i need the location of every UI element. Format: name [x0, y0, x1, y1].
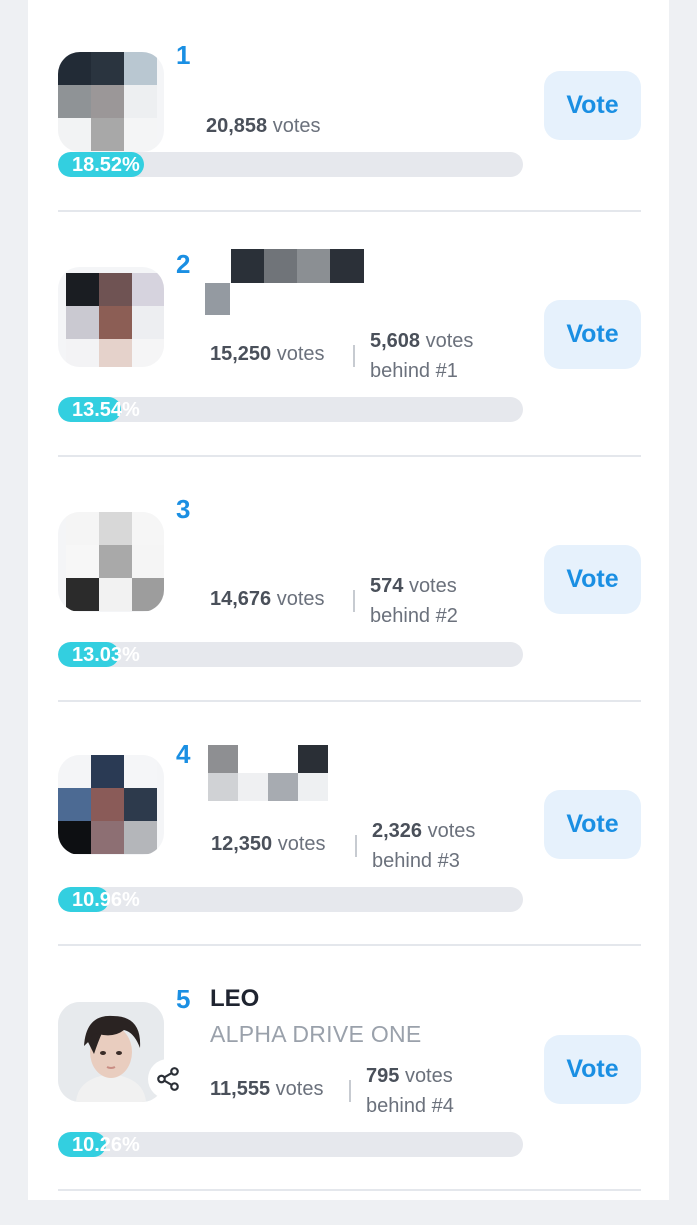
rank-number: 1 [176, 40, 191, 70]
vote-count-number: 12,350 [211, 833, 273, 855]
vote-button[interactable]: Vote [544, 790, 641, 859]
candidate-name: LEO [210, 985, 260, 1012]
vote-share-bar: 10.26% [58, 1132, 523, 1157]
vote-share-bar: 13.03% [58, 642, 523, 667]
avatar-pixelated[interactable] [58, 52, 164, 152]
vote-count-unit: votes [277, 833, 326, 855]
votes-behind-number: 5,608 [370, 330, 421, 352]
votes-behind-unit: votes [408, 575, 457, 597]
votes-behind-number: 2,326 [372, 820, 423, 842]
avatar-pixelated[interactable] [58, 755, 164, 855]
vote-count: 12,350 votes [211, 833, 326, 856]
vote-count-unit: votes [275, 1078, 324, 1100]
separator [353, 345, 355, 367]
avatar[interactable] [58, 1002, 164, 1102]
rank-number: 2 [176, 249, 191, 279]
vote-share-percent: 10.96% [72, 889, 140, 911]
ranking-list: 1 20,858 votes Vote 18.52% 2 15,250 vote… [28, 0, 669, 1200]
separator [355, 835, 357, 857]
vote-share-bar: 13.54% [58, 397, 523, 422]
votes-behind-unit: votes [427, 820, 476, 842]
name-pixelated [208, 745, 330, 801]
rank-number: 3 [176, 494, 191, 524]
vote-button[interactable]: Vote [544, 300, 641, 369]
vote-count-number: 11,555 [210, 1078, 271, 1100]
separator [353, 590, 355, 612]
avatar-photo [58, 1002, 164, 1102]
votes-behind: 574 votes behind #2 [370, 571, 510, 631]
divider [58, 700, 641, 702]
vote-share-percent: 13.03% [72, 644, 140, 666]
divider [58, 944, 641, 946]
rank-number: 5 [176, 984, 191, 1014]
avatar-pixelated[interactable] [58, 512, 164, 612]
vote-count-unit: votes [272, 115, 321, 137]
vote-count: 11,555 votes [210, 1078, 323, 1101]
list-item: 4 12,350 votes 2,326 votes behind #3 Vot… [28, 735, 669, 980]
avatar-pixelated[interactable] [58, 267, 164, 367]
vote-share-percent: 18.52% [72, 154, 140, 176]
votes-behind-label: behind #2 [370, 605, 458, 627]
separator [349, 1080, 351, 1102]
vote-share-percent: 10.26% [72, 1134, 140, 1156]
rank-number: 4 [176, 739, 191, 769]
vote-share-bar: 10.96% [58, 887, 523, 912]
vote-share-percent: 13.54% [72, 399, 140, 421]
votes-behind-number: 795 [366, 1065, 400, 1087]
vote-share-bar: 18.52% [58, 152, 523, 177]
candidate-group: ALPHA DRIVE ONE [210, 1021, 422, 1047]
vote-button[interactable]: Vote [544, 71, 641, 140]
vote-count-number: 14,676 [210, 588, 272, 610]
list-item: 2 15,250 votes 5,608 votes behind #1 Vot… [28, 245, 669, 490]
share-icon [157, 1067, 179, 1091]
group-pixelated [205, 283, 230, 315]
vote-button[interactable]: Vote [544, 545, 641, 614]
votes-behind-number: 574 [370, 575, 404, 597]
divider [58, 1189, 641, 1191]
vote-button[interactable]: Vote [544, 1035, 641, 1104]
votes-behind-label: behind #1 [370, 360, 458, 382]
list-item: 3 14,676 votes 574 votes behind #2 Vote … [28, 490, 669, 735]
votes-behind: 795 votes behind #4 [366, 1061, 506, 1121]
votes-behind: 5,608 votes behind #1 [370, 326, 510, 386]
votes-behind: 2,326 votes behind #3 [372, 816, 512, 876]
vote-count-number: 15,250 [210, 343, 272, 365]
vote-count: 14,676 votes [210, 588, 325, 611]
divider [58, 210, 641, 212]
list-item: 1 20,858 votes Vote 18.52% [28, 0, 669, 245]
votes-behind-label: behind #4 [366, 1095, 454, 1117]
votes-behind-unit: votes [425, 330, 474, 352]
vote-count-unit: votes [276, 588, 325, 610]
votes-behind-label: behind #3 [372, 850, 460, 872]
vote-count: 20,858 votes [206, 115, 321, 138]
vote-count-number: 20,858 [206, 115, 268, 137]
list-item: 5 LEO ALPHA DRIVE ONE 11,555 votes 795 v… [28, 980, 669, 1225]
vote-count: 15,250 votes [210, 343, 325, 366]
vote-count-unit: votes [276, 343, 325, 365]
share-button[interactable] [148, 1059, 188, 1099]
votes-behind-unit: votes [404, 1065, 453, 1087]
divider [58, 455, 641, 457]
name-pixelated [231, 249, 364, 283]
